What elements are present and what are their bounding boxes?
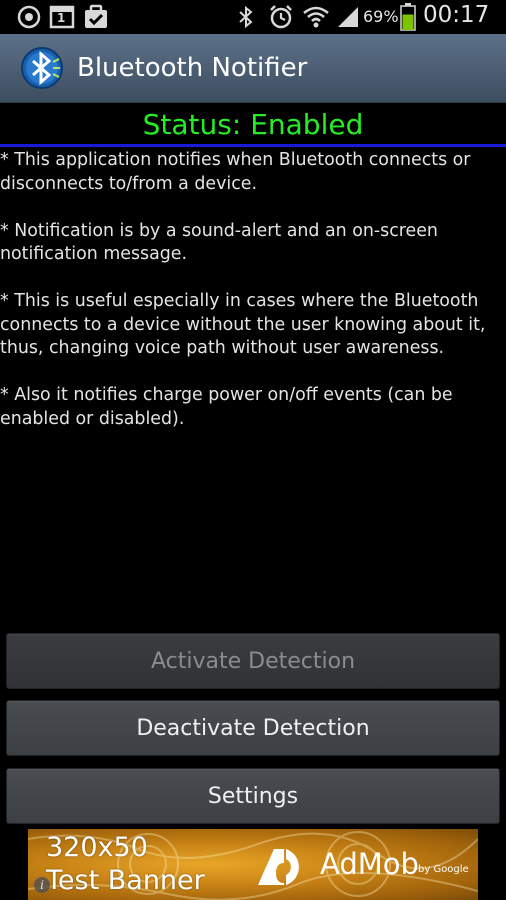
description-paragraph: * Also it notifies charge power on/off e… bbox=[0, 385, 453, 429]
battery-percent: 69% bbox=[363, 7, 399, 26]
ad-banner[interactable]: 320x50 Test Banner i AdMob by Google bbox=[28, 829, 478, 900]
description-paragraph: * This is useful especially in cases whe… bbox=[0, 291, 486, 358]
ad-byline-text: by Google bbox=[418, 864, 469, 875]
battery-icon bbox=[399, 3, 417, 31]
deactivate-detection-button[interactable]: Deactivate Detection bbox=[6, 700, 500, 756]
alarm-icon bbox=[267, 4, 295, 30]
description: * This application notifies when Bluetoo… bbox=[0, 149, 502, 455]
sync-circle-icon bbox=[16, 4, 42, 30]
activate-detection-button[interactable]: Activate Detection bbox=[6, 633, 500, 689]
ad-info-icon[interactable]: i bbox=[34, 877, 50, 893]
wifi-icon bbox=[302, 4, 330, 30]
status-bar: 1 69% 00:17 bbox=[0, 0, 506, 34]
description-paragraph: * Notification is by a sound-alert and a… bbox=[0, 220, 438, 265]
status-divider bbox=[0, 144, 506, 147]
admob-logo-icon bbox=[254, 845, 304, 889]
calendar-day: 1 bbox=[57, 11, 66, 25]
settings-button[interactable]: Settings bbox=[6, 768, 500, 824]
signal-icon bbox=[336, 4, 360, 30]
bluetooth-app-icon[interactable] bbox=[20, 46, 64, 90]
status-text: Status: Enabled bbox=[142, 108, 364, 141]
clipboard-check-icon bbox=[82, 4, 110, 30]
ad-label-text: Test Banner bbox=[46, 865, 205, 896]
clock: 00:17 bbox=[423, 2, 490, 28]
bluetooth-icon bbox=[236, 4, 256, 30]
app-title: Bluetooth Notifier bbox=[77, 53, 308, 83]
ad-brand-text: AdMob bbox=[320, 847, 419, 881]
description-paragraph: * This application notifies when Bluetoo… bbox=[0, 150, 471, 194]
calendar-icon: 1 bbox=[48, 4, 76, 30]
ad-size-text: 320x50 bbox=[46, 832, 148, 863]
action-bar: Bluetooth Notifier bbox=[0, 34, 506, 103]
